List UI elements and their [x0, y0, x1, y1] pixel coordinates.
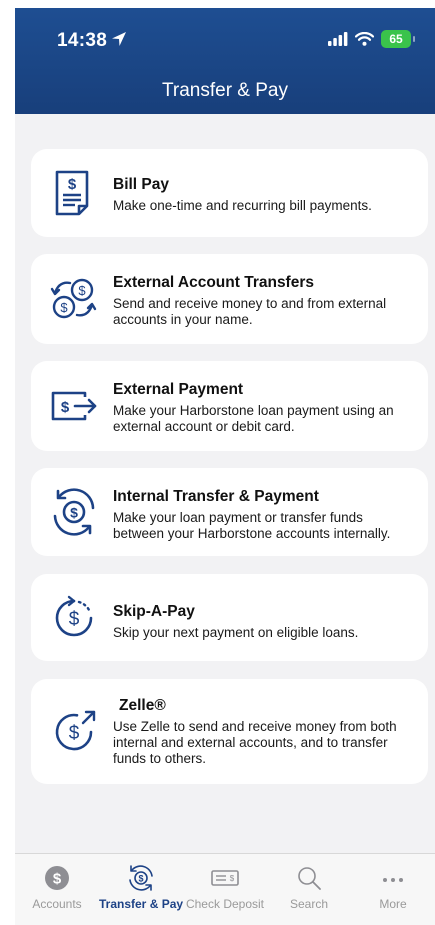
- wifi-icon: [355, 32, 374, 46]
- svg-text:$: $: [68, 176, 77, 193]
- menu-item-external-account-transfers[interactable]: $ $ External Account Transfers Send and …: [31, 254, 428, 344]
- menu-item-description: Skip your next payment on eligible loans…: [113, 625, 359, 640]
- tab-more[interactable]: More: [351, 854, 435, 925]
- svg-text:$: $: [230, 874, 235, 883]
- menu-item-title: External Account Transfers: [113, 274, 314, 291]
- menu-item-description: Make one-time and recurring bill payment…: [113, 198, 372, 213]
- menu-item-title: Zelle®: [119, 697, 166, 714]
- bill-icon: $: [55, 170, 89, 216]
- menu-item-title: External Payment: [113, 381, 244, 398]
- svg-text:$: $: [60, 300, 68, 315]
- more-icon: [383, 878, 403, 882]
- status-indicators: 65: [328, 30, 415, 48]
- zelle-icon: $: [55, 710, 96, 751]
- page-title: Transfer & Pay: [161, 80, 288, 101]
- skip-pay-icon: $: [55, 595, 93, 637]
- menu-item-description: Use Zelle to send and receive money from…: [113, 719, 397, 766]
- battery-indicator: 65: [381, 30, 415, 48]
- dollar-circle-icon: $: [45, 866, 69, 890]
- tab-accounts[interactable]: $ Accounts: [15, 854, 99, 925]
- tab-label: More: [379, 897, 407, 911]
- tab-transfer-pay[interactable]: $ Transfer & Pay: [99, 854, 183, 925]
- tab-bar: $ Accounts $ Transfer & Pay $ Check Depo…: [15, 853, 435, 925]
- menu-item-skip-a-pay[interactable]: $ Skip-A-Pay Skip your next payment on e…: [31, 574, 428, 661]
- svg-text:$: $: [138, 874, 143, 884]
- menu-item-title: Internal Transfer & Payment: [113, 488, 319, 505]
- menu-item-external-payment[interactable]: $ External Payment Make your Harborstone…: [31, 361, 428, 451]
- tab-label: Transfer & Pay: [99, 897, 184, 911]
- menu-item-internal-transfer-payment[interactable]: $ Internal Transfer & Payment Make your …: [31, 468, 428, 556]
- menu-item-title: Bill Pay: [113, 176, 169, 193]
- menu-item-title: Skip-A-Pay: [113, 603, 195, 620]
- svg-text:$: $: [61, 399, 70, 416]
- svg-text:$: $: [69, 609, 80, 630]
- app-screen: 14:38 65 Transfer & Pay $ Bill Pay Make …: [15, 8, 435, 925]
- svg-text:$: $: [70, 505, 78, 521]
- svg-text:$: $: [53, 871, 62, 888]
- menu-item-description: Make your loan payment or transfer funds…: [113, 510, 391, 541]
- transfer-icon: $: [129, 865, 153, 891]
- svg-text:$: $: [69, 723, 80, 744]
- tab-label: Search: [289, 897, 329, 911]
- internal-transfer-icon: $: [53, 488, 95, 536]
- cellular-signal-icon: [328, 32, 348, 46]
- external-payment-icon: $: [51, 391, 97, 421]
- status-time: 14:38: [57, 30, 108, 51]
- menu-item-bill-pay[interactable]: $ Bill Pay Make one-time and recurring b…: [31, 149, 428, 237]
- tab-label: Check Deposit: [185, 897, 265, 911]
- tab-label: Accounts: [32, 897, 82, 911]
- menu-item-description: Send and receive money to and from exter…: [113, 296, 387, 327]
- menu-item-description: Make your Harborstone loan payment using…: [113, 403, 394, 434]
- menu-item-zelle[interactable]: $ Zelle® Use Zelle to send and receive m…: [31, 679, 428, 784]
- header: 14:38 65 Transfer & Pay: [15, 8, 435, 114]
- check-icon: $: [211, 870, 239, 886]
- tab-search[interactable]: Search: [267, 854, 351, 925]
- location-arrow-icon: [112, 32, 126, 46]
- exchange-coins-icon: $ $: [50, 278, 97, 319]
- tab-check-deposit[interactable]: $ Check Deposit: [183, 854, 267, 925]
- search-icon: [298, 867, 321, 890]
- svg-text:$: $: [78, 283, 86, 298]
